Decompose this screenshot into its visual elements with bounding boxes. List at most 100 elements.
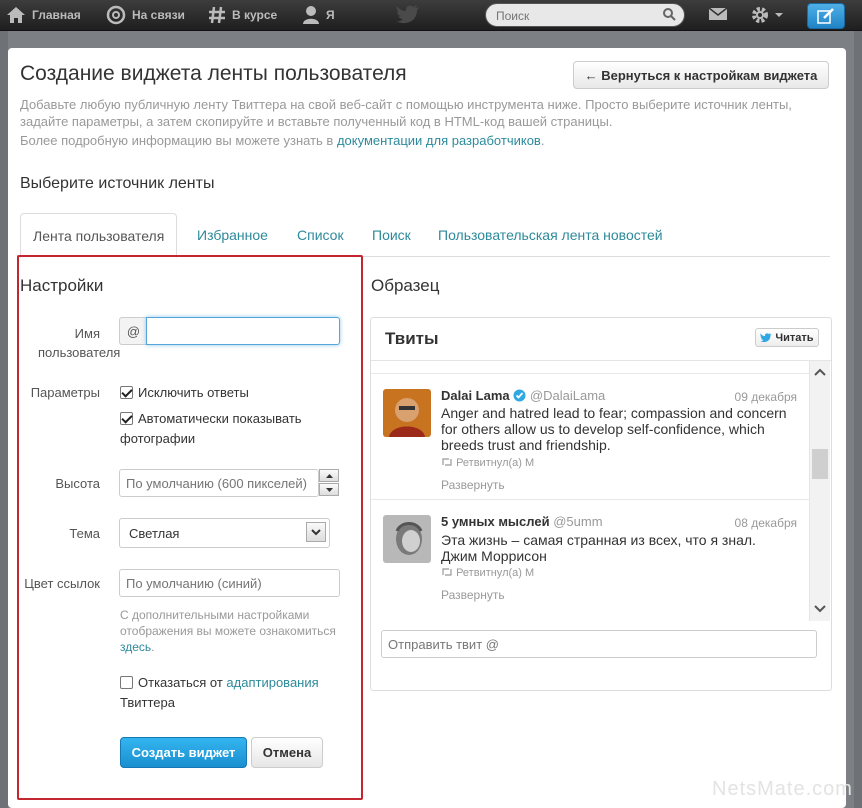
optout-tailoring-checkbox[interactable]: [120, 676, 133, 689]
retweeted-by-text: Ретвитнул(а) М: [456, 567, 535, 579]
tab-search[interactable]: Поиск: [372, 213, 411, 256]
tweet-author-handle: @DalaiLama: [529, 388, 606, 403]
create-widget-button[interactable]: Создать виджет: [120, 737, 247, 768]
tweet-author[interactable]: Dalai Lama @DalaiLama: [441, 388, 605, 403]
cancel-button[interactable]: Отмена: [251, 737, 323, 768]
arrow-up-icon: [325, 473, 333, 478]
retweeted-by: Ретвитнул(а) М: [441, 567, 534, 579]
verified-badge-icon: [513, 389, 526, 402]
tweet-expand-link[interactable]: Развернуть: [441, 478, 505, 492]
mail-icon[interactable]: [708, 7, 728, 21]
hint-end: .: [151, 640, 155, 654]
theme-select[interactable]: Светлая: [119, 518, 330, 548]
tweet-item[interactable]: 5 умных мыслей @5umm 08 декабря Эта жизн…: [371, 501, 809, 611]
optout-label-line1: Отказаться от адаптирования: [138, 673, 319, 693]
link-color-input[interactable]: [119, 569, 340, 597]
auto-photos-label-line2: фотографии: [120, 431, 196, 446]
username-label: Имя пользователя: [38, 324, 121, 362]
tab-custom-timeline[interactable]: Пользовательская лента новостей: [438, 213, 663, 256]
hint-line2: отображения вы можете ознакомиться: [120, 624, 336, 638]
scrollbar-thumb[interactable]: [812, 449, 828, 479]
tab-favorites[interactable]: Избранное: [197, 213, 268, 256]
tweet-date[interactable]: 08 декабря: [735, 516, 797, 530]
background-right: [854, 31, 862, 808]
exclude-replies-checkbox[interactable]: [120, 386, 133, 399]
advanced-settings-hint: С дополнительными настройками отображени…: [120, 607, 352, 655]
background-left: [0, 31, 8, 808]
source-tabs: Лента пользователя Избранное Список Поис…: [20, 213, 830, 258]
chevron-down-icon: [775, 13, 783, 17]
top-navigation-bar: Главная На связи В курсе Я: [0, 0, 862, 31]
scroll-up-icon[interactable]: [810, 365, 830, 381]
search-icon[interactable]: [663, 8, 676, 21]
arrow-down-icon: [325, 487, 333, 492]
username-label-line2: пользователя: [38, 345, 121, 360]
theme-label: Тема: [69, 526, 100, 541]
timeline-scrollbar[interactable]: [809, 361, 830, 621]
scroll-down-icon[interactable]: [810, 601, 830, 617]
link-color-label: Цвет ссылок: [24, 576, 100, 591]
username-label-line1: Имя: [74, 326, 100, 341]
gear-icon: [752, 7, 768, 23]
settings-menu[interactable]: [750, 5, 784, 25]
search-field[interactable]: [485, 3, 685, 27]
height-label: Высота: [55, 476, 100, 491]
compose-tweet-button[interactable]: [807, 3, 845, 29]
content-panel: Создание виджета ленты пользователя ← Ве…: [8, 48, 852, 808]
home-icon: [7, 7, 25, 23]
nav-connect[interactable]: На связи: [106, 0, 185, 30]
avatar[interactable]: [383, 389, 431, 437]
tweet-author-name: 5 умных мыслей: [441, 514, 550, 529]
avatar[interactable]: [383, 515, 431, 563]
twitter-bird-icon[interactable]: [396, 5, 420, 25]
tweet-text: Anger and hatred lead to fear; compassio…: [441, 405, 787, 453]
settings-title: Настройки: [20, 276, 104, 295]
auto-photos-checkbox[interactable]: [120, 412, 133, 425]
search-input[interactable]: [494, 6, 658, 26]
exclude-replies-label: Исключить ответы: [138, 385, 249, 400]
nav-home-label: Главная: [32, 8, 81, 22]
nav-discover[interactable]: В курсе: [208, 0, 277, 30]
hint-here-link[interactable]: здесь: [120, 640, 151, 654]
stepper-up-button[interactable]: [319, 469, 339, 482]
height-stepper[interactable]: [319, 469, 339, 497]
select-dropdown-button[interactable]: [306, 522, 326, 542]
preview-title: Образец: [371, 276, 440, 295]
tailoring-link[interactable]: адаптирования: [226, 675, 318, 690]
page-title: Создание виджета ленты пользователя: [20, 62, 407, 85]
retweeted-by-text: Ретвитнул(а) М: [456, 457, 535, 469]
username-input[interactable]: [146, 317, 340, 345]
tweet-author[interactable]: 5 умных мыслей @5umm: [441, 514, 603, 529]
more-info-prefix: Более подробную информацию вы можете узн…: [20, 133, 337, 148]
nav-discover-label: В курсе: [232, 8, 278, 22]
back-to-widget-settings-button[interactable]: ← Вернуться к настройкам виджета: [573, 61, 829, 89]
widget-header: Твиты Читать: [371, 318, 831, 361]
source-section-title: Выберите источник ленты: [20, 175, 215, 192]
height-input[interactable]: [119, 469, 319, 497]
widget-title: Твиты: [385, 329, 439, 348]
at-icon: [106, 5, 126, 25]
retweet-icon: [442, 458, 452, 466]
optout-prefix: Отказаться от: [138, 675, 227, 690]
tab-user-timeline[interactable]: Лента пользователя: [20, 213, 178, 258]
tab-list[interactable]: Список: [297, 213, 344, 256]
tweet-text: Эта жизнь – самая странная из всех, что …: [441, 532, 756, 564]
follow-button[interactable]: Читать: [755, 328, 819, 347]
developer-docs-link[interactable]: документации для разработчиков: [337, 133, 541, 148]
tweet-compose-field[interactable]: Отправить твит @: [381, 630, 817, 658]
optout-label-line2: Твиттера: [120, 695, 175, 710]
auto-photos-label-line1: Автоматически показывать: [138, 411, 302, 426]
twitter-bird-icon: [760, 332, 772, 342]
more-info-suffix: .: [540, 133, 545, 148]
stepper-down-button[interactable]: [319, 483, 339, 496]
tweet-timeline[interactable]: Dalai Lama @DalaiLama 09 декабря Anger a…: [371, 361, 809, 621]
user-icon: [303, 6, 319, 24]
watermark: NetsMate.com: [712, 778, 853, 800]
nav-home[interactable]: Главная: [6, 0, 81, 30]
nav-connect-label: На связи: [132, 8, 185, 22]
nav-me[interactable]: Я: [302, 0, 335, 30]
tweet-expand-link[interactable]: Развернуть: [441, 588, 505, 602]
chevron-down-icon: [311, 528, 321, 535]
tweet-date[interactable]: 09 декабря: [735, 390, 797, 404]
tweet-item[interactable]: Dalai Lama @DalaiLama 09 декабря Anger a…: [371, 375, 809, 500]
